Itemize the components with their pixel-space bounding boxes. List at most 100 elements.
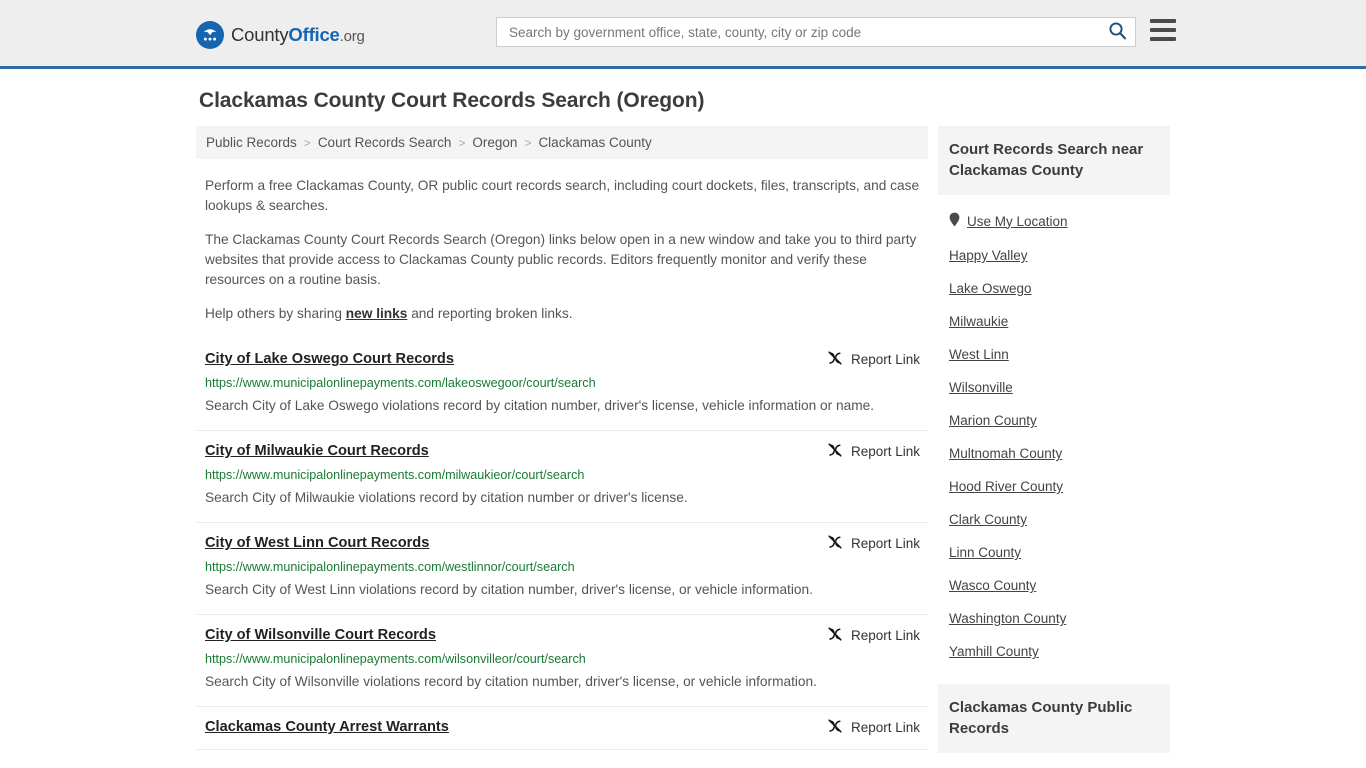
- sidebar-item-yamhill-county[interactable]: Yamhill County: [938, 635, 1170, 668]
- report-link-button[interactable]: Report Link: [827, 717, 920, 737]
- search-button[interactable]: [1106, 21, 1129, 43]
- breadcrumb-item-clackamas-county[interactable]: Clackamas County: [538, 135, 651, 150]
- result-item: City of West Linn Court Records Report L…: [196, 523, 928, 615]
- site-logo-text: CountyOffice.org: [231, 23, 365, 45]
- search-icon: [1108, 21, 1127, 43]
- sidebar-item-washington-county[interactable]: Washington County: [938, 602, 1170, 635]
- search-bar[interactable]: [496, 17, 1136, 47]
- brand-part-org: .org: [339, 27, 365, 45]
- nearby-search-title: Court Records Search near Clackamas Coun…: [938, 126, 1170, 195]
- new-links-link[interactable]: new links: [346, 306, 408, 321]
- public-records-box: Clackamas County Public Records: [938, 684, 1170, 753]
- result-title-link[interactable]: City of Milwaukie Court Records: [205, 441, 429, 460]
- breadcrumb-item-court-records-search[interactable]: Court Records Search: [318, 135, 452, 150]
- result-item: City of Wilsonville Court Records Report…: [196, 615, 928, 707]
- broken-link-icon: [827, 534, 843, 553]
- result-url: https://www.municipalonlinepayments.com/…: [205, 652, 586, 666]
- report-link-label: Report Link: [850, 444, 920, 459]
- hamburger-menu-icon[interactable]: [1150, 19, 1176, 41]
- broken-link-icon: [827, 626, 843, 645]
- sidebar-item-wilsonville[interactable]: Wilsonville: [938, 371, 1170, 404]
- breadcrumb-item-oregon[interactable]: Oregon: [472, 135, 517, 150]
- sidebar-item-wasco-county[interactable]: Wasco County: [938, 569, 1170, 602]
- report-link-label: Report Link: [850, 628, 920, 643]
- sidebar-item-west-linn[interactable]: West Linn: [938, 338, 1170, 371]
- result-title-link[interactable]: City of Wilsonville Court Records: [205, 625, 436, 644]
- result-header: City of Lake Oswego Court Records Report…: [205, 349, 920, 369]
- sidebar-item-multnomah-county[interactable]: Multnomah County: [938, 437, 1170, 470]
- public-records-title: Clackamas County Public Records: [938, 684, 1170, 753]
- use-my-location-link[interactable]: Use My Location: [967, 214, 1068, 229]
- intro-paragraph-1: Perform a free Clackamas County, OR publ…: [205, 178, 920, 213]
- nearby-link[interactable]: Milwaukie: [949, 314, 1008, 329]
- nearby-link[interactable]: Multnomah County: [949, 446, 1062, 461]
- sidebar: Court Records Search near Clackamas Coun…: [938, 126, 1170, 753]
- intro-text-before: Help others by sharing: [205, 306, 346, 321]
- nearby-search-box: Court Records Search near Clackamas Coun…: [938, 126, 1170, 668]
- nearby-link[interactable]: Marion County: [949, 413, 1037, 428]
- result-header: City of Wilsonville Court Records Report…: [205, 625, 920, 645]
- sidebar-item-hood-river-county[interactable]: Hood River County: [938, 470, 1170, 503]
- report-link-button[interactable]: Report Link: [827, 349, 920, 369]
- report-link-button[interactable]: Report Link: [827, 441, 920, 461]
- result-title-link[interactable]: Clackamas County Arrest Warrants: [205, 717, 449, 736]
- result-description: Search City of Lake Oswego violations re…: [205, 398, 875, 413]
- result-header: City of West Linn Court Records Report L…: [205, 533, 920, 553]
- breadcrumb-separator: >: [303, 135, 311, 150]
- result-title-link[interactable]: City of Lake Oswego Court Records: [205, 349, 454, 368]
- result-url: https://www.municipalonlinepayments.com/…: [205, 468, 585, 482]
- nearby-link[interactable]: Wasco County: [949, 578, 1036, 593]
- menu-bar-1: [1150, 19, 1176, 23]
- nearby-link[interactable]: Wilsonville: [949, 380, 1013, 395]
- result-description: Search City of Wilsonville violations re…: [205, 674, 817, 689]
- intro-paragraph-3: Help others by sharing new links and rep…: [196, 304, 928, 324]
- brand-part-office: Office: [288, 23, 340, 45]
- sidebar-item-milwaukie[interactable]: Milwaukie: [938, 305, 1170, 338]
- nearby-link[interactable]: Happy Valley: [949, 248, 1028, 263]
- breadcrumb: Public Records > Court Records Search > …: [196, 126, 928, 159]
- menu-bar-3: [1150, 37, 1176, 41]
- main-content: Public Records > Court Records Search > …: [196, 126, 928, 750]
- nearby-link[interactable]: Washington County: [949, 611, 1066, 626]
- site-header: CountyOffice.org: [0, 0, 1366, 69]
- menu-bar-2: [1150, 28, 1176, 32]
- report-link-button[interactable]: Report Link: [827, 533, 920, 553]
- intro-text-after: and reporting broken links.: [407, 306, 573, 321]
- report-link-label: Report Link: [850, 720, 920, 735]
- result-title-link[interactable]: City of West Linn Court Records: [205, 533, 429, 552]
- nearby-link[interactable]: Linn County: [949, 545, 1021, 560]
- map-pin-icon: [949, 212, 960, 230]
- breadcrumb-separator: >: [524, 135, 532, 150]
- result-header: City of Milwaukie Court Records Report L…: [205, 441, 920, 461]
- nearby-link[interactable]: West Linn: [949, 347, 1009, 362]
- sidebar-item-clark-county[interactable]: Clark County: [938, 503, 1170, 536]
- eagle-stars-seal-icon: [196, 21, 224, 49]
- result-url: https://www.municipalonlinepayments.com/…: [205, 560, 575, 574]
- result-item: City of Lake Oswego Court Records Report…: [196, 339, 928, 431]
- nearby-links-list: Use My Location Happy Valley Lake Oswego…: [938, 203, 1170, 668]
- report-link-label: Report Link: [850, 352, 920, 367]
- broken-link-icon: [827, 718, 843, 737]
- breadcrumb-item-public-records[interactable]: Public Records: [206, 135, 297, 150]
- breadcrumb-separator: >: [458, 135, 466, 150]
- brand-part-county: County: [231, 23, 289, 45]
- site-logo-link[interactable]: CountyOffice.org: [196, 21, 365, 49]
- intro-paragraph-2: The Clackamas County Court Records Searc…: [205, 232, 917, 287]
- sidebar-item-lake-oswego[interactable]: Lake Oswego: [938, 272, 1170, 305]
- sidebar-item-happy-valley[interactable]: Happy Valley: [938, 239, 1170, 272]
- result-url: https://www.municipalonlinepayments.com/…: [205, 376, 596, 390]
- broken-link-icon: [827, 442, 843, 461]
- report-link-button[interactable]: Report Link: [827, 625, 920, 645]
- result-description: Search City of Milwaukie violations reco…: [205, 490, 688, 505]
- nearby-link[interactable]: Yamhill County: [949, 644, 1039, 659]
- result-item: City of Milwaukie Court Records Report L…: [196, 431, 928, 523]
- use-my-location-item[interactable]: Use My Location: [938, 203, 1170, 239]
- sidebar-item-linn-county[interactable]: Linn County: [938, 536, 1170, 569]
- nearby-link[interactable]: Clark County: [949, 512, 1027, 527]
- nearby-link[interactable]: Hood River County: [949, 479, 1063, 494]
- sidebar-item-marion-county[interactable]: Marion County: [938, 404, 1170, 437]
- result-header: Clackamas County Arrest Warrants Report …: [205, 717, 920, 737]
- report-link-label: Report Link: [850, 536, 920, 551]
- search-input[interactable]: [507, 23, 1106, 41]
- nearby-link[interactable]: Lake Oswego: [949, 281, 1032, 296]
